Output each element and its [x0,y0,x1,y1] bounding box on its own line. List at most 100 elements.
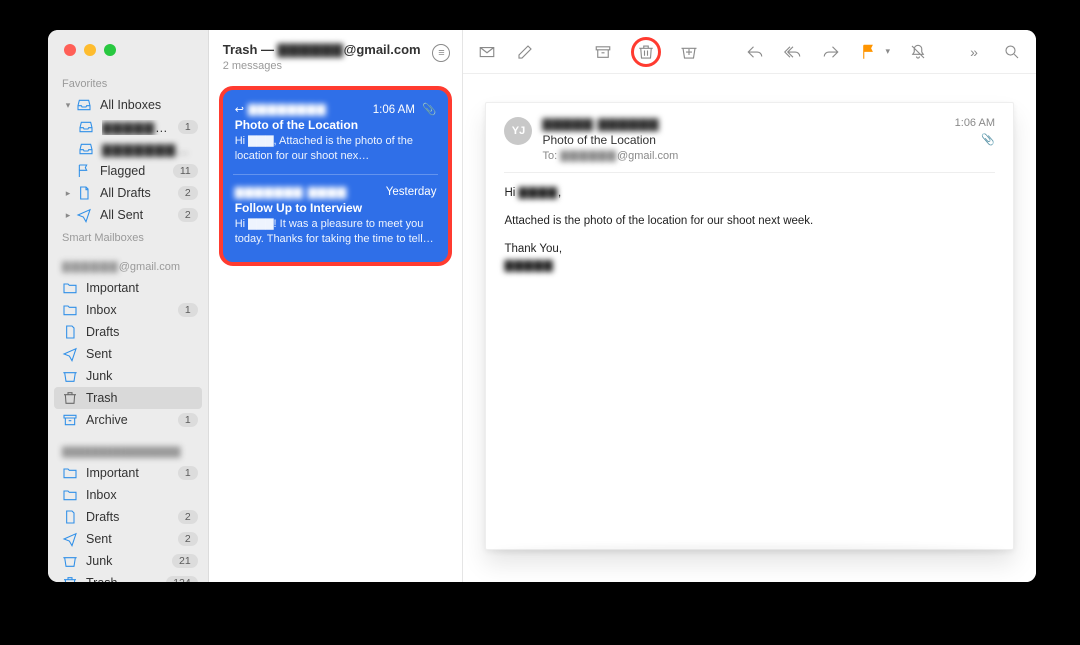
sidebar-item-label: Trash [86,576,166,582]
sidebar-item-all-drafts[interactable]: ▸ All Drafts 2 [48,182,208,204]
folder-icon [62,487,78,503]
message-time: 1:06 AM [955,117,995,129]
inbox-icon [78,119,94,135]
sidebar-item-trash[interactable]: Trash [54,387,202,409]
sidebar-item-label: Inbox [86,488,198,502]
delete-button-highlight [631,37,661,67]
sidebar-item-inbox-2[interactable]: Inbox [48,484,208,506]
from-name: ▇▇▇▇▇ ▇▇▇▇▇▇ [542,117,678,131]
message-row[interactable]: ▇▇▇▇▇▇▇ ▇▇▇▇ Yesterday Follow Up to Inte… [233,174,439,253]
message-subject: Follow Up to Interview [235,201,437,215]
document-icon [76,185,92,201]
document-icon [62,324,78,340]
message-row[interactable]: ↩ ▇▇▇▇▇▇▇▇ 1:06 AM 📎 Photo of the Locati… [233,96,439,170]
search-button[interactable] [1002,42,1022,62]
sidebar-item-label: All Sent [100,208,178,222]
chevron-right-icon[interactable]: ▸ [62,210,74,221]
junk-button[interactable] [679,42,699,62]
message-time: Yesterday [386,186,437,198]
paperplane-icon [76,207,92,223]
sidebar-item-label: All Drafts [100,186,178,200]
sidebar-item-flagged[interactable]: Flagged 11 [48,160,208,182]
sidebar-item-all-inboxes[interactable]: ▾ All Inboxes [48,94,208,116]
reply-all-button[interactable] [783,42,803,62]
chevron-down-icon[interactable]: ▾ [62,100,74,111]
count-badge: 1 [178,303,198,317]
message-toolbar: ▾ » [463,30,1036,74]
smart-mailboxes-label: Smart Mailboxes [48,226,208,248]
sidebar-item-label: Archive [86,413,178,427]
message-sender: ↩ ▇▇▇▇▇▇▇▇ [235,102,327,116]
trash-icon [62,575,78,582]
message-list-header: Trash — ▇▇▇▇▇▇@gmail.com 2 messages [209,30,463,82]
sidebar-item-drafts[interactable]: Drafts [48,321,208,343]
count-badge: 2 [178,510,198,524]
message-subject: Photo of the Location [542,133,678,147]
forward-button[interactable] [821,42,841,62]
sidebar-subitem-account1[interactable]: ▇▇▇▇▇@g… 1 [48,116,208,138]
inbox-icon [76,97,92,113]
folder-icon [62,302,78,318]
chevron-down-icon[interactable]: ▾ [885,46,890,57]
paperclip-icon: 📎 [422,104,436,116]
sidebar-item-important-2[interactable]: Important 1 [48,462,208,484]
sidebar-item-inbox[interactable]: Inbox 1 [48,299,208,321]
compose-button[interactable] [515,42,535,62]
sidebar-item-all-sent[interactable]: ▸ All Sent 2 [48,204,208,226]
sidebar-item-label: Sent [86,347,198,361]
count-badge: 21 [172,554,198,568]
delete-button[interactable] [636,42,656,62]
message-preview: Hi ▇▇▇! It was a pleasure to meet you to… [235,217,437,247]
flag-button[interactable] [859,42,879,62]
reply-button[interactable] [745,42,765,62]
mute-button[interactable] [908,42,928,62]
to-field: To: ▇▇▇▇▇▇@gmail.com [542,149,678,162]
message-subject: Photo of the Location [235,118,437,132]
filter-button[interactable] [432,44,450,62]
paperplane-icon [62,346,78,362]
sidebar-item-sent-2[interactable]: Sent 2 [48,528,208,550]
message-preview: Hi ▇▇▇, Attached is the photo of the loc… [235,134,437,164]
sidebar-item-label: Junk [86,554,172,568]
message-list: Trash — ▇▇▇▇▇▇@gmail.com 2 messages ↩ ▇▇… [209,30,464,582]
sidebar-item-trash-2[interactable]: Trash 124 [48,572,208,582]
fullscreen-window-button[interactable] [104,44,116,56]
sidebar-item-drafts-2[interactable]: Drafts 2 [48,506,208,528]
trash-icon [62,390,78,406]
favorites-label: Favorites [48,72,208,94]
archive-button[interactable] [593,42,613,62]
minimize-window-button[interactable] [84,44,96,56]
count-badge: 2 [178,208,198,222]
message-body: Hi ▇▇▇▇, Attached is the photo of the lo… [504,185,995,276]
folder-title: Trash — ▇▇▇▇▇▇@gmail.com [223,42,421,58]
sidebar-subitem-account2[interactable]: ▇▇▇▇▇▇▇▇▇▇▇▇▇ [48,138,208,160]
chevron-right-icon[interactable]: ▸ [62,188,74,199]
message-card: YJ ▇▇▇▇▇ ▇▇▇▇▇▇ Photo of the Location To… [485,102,1014,550]
sidebar-item-label: Trash [86,391,192,405]
sidebar-item-junk[interactable]: Junk [48,365,208,387]
inbox-icon [78,141,94,157]
window-controls [64,44,116,56]
sidebar-item-junk-2[interactable]: Junk 21 [48,550,208,572]
sidebar-item-label: Flagged [100,164,173,178]
sidebar: Favorites ▾ All Inboxes ▇▇▇▇▇@g… 1 ▇▇▇▇▇… [48,30,209,582]
account-header-2: ▇▇▇▇▇▇▇▇▇▇▇▇▇▇ [48,439,208,462]
sidebar-item-label: Drafts [86,325,198,339]
paperclip-icon: 📎 [981,133,995,146]
read-unread-button[interactable] [477,42,497,62]
sidebar-item-sent[interactable]: Sent [48,343,208,365]
sidebar-item-archive[interactable]: Archive 1 [48,409,208,431]
sidebar-item-important[interactable]: Important [48,277,208,299]
count-badge: 1 [178,466,198,480]
reading-pane: ▾ » YJ ▇▇▇▇▇ ▇▇▇▇▇▇ Photo of the Locatio… [463,30,1036,582]
sidebar-item-label: Junk [86,369,198,383]
mail-window: Favorites ▾ All Inboxes ▇▇▇▇▇@g… 1 ▇▇▇▇▇… [48,30,1036,582]
sidebar-item-label: Drafts [86,510,178,524]
reply-arrow-icon: ↩ [235,103,244,116]
document-icon [62,509,78,525]
reading-body: YJ ▇▇▇▇▇ ▇▇▇▇▇▇ Photo of the Location To… [463,74,1036,582]
close-window-button[interactable] [64,44,76,56]
overflow-button[interactable]: » [964,42,984,62]
sidebar-item-label: Important [86,281,198,295]
account-header: ▇▇▇▇▇▇@gmail.com [48,254,208,277]
